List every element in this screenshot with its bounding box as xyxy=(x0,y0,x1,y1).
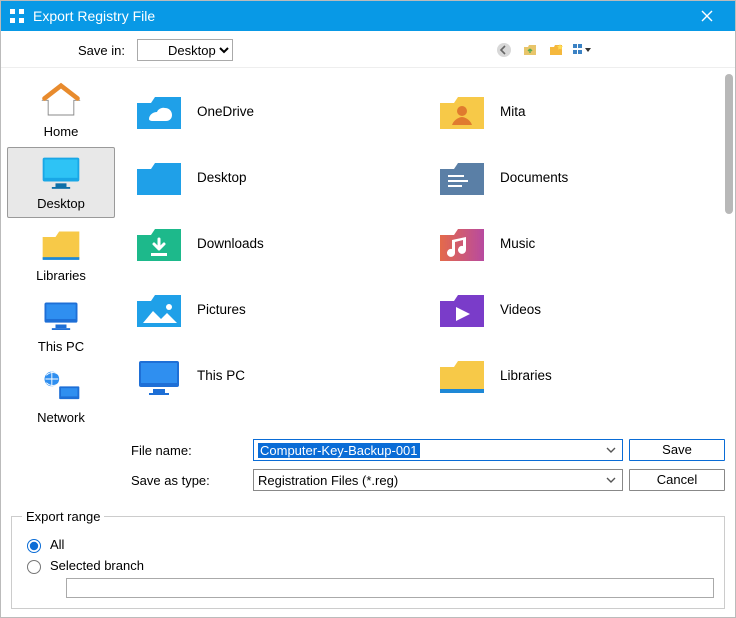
file-name-input[interactable]: Computer-Key-Backup-001 xyxy=(253,439,623,461)
documents-folder-icon xyxy=(438,155,486,199)
folder-contents: OneDrive Mita Desktop xyxy=(121,68,735,433)
save-in-label: Save in: xyxy=(11,43,131,58)
file-item-label: OneDrive xyxy=(197,104,254,119)
file-item-label: Music xyxy=(500,236,535,251)
close-button[interactable] xyxy=(687,1,727,31)
sidebar-item-desktop[interactable]: Desktop xyxy=(7,147,115,218)
file-item-label: This PC xyxy=(197,368,245,383)
file-item-label: Mita xyxy=(500,104,526,119)
file-item-label: Documents xyxy=(500,170,568,185)
file-item-thispc[interactable]: This PC xyxy=(129,342,426,408)
sidebar-item-network[interactable]: Network xyxy=(7,362,115,431)
view-grid-icon xyxy=(572,42,592,58)
file-item-desktop[interactable]: Desktop xyxy=(129,144,426,210)
close-icon xyxy=(701,10,713,22)
videos-folder-icon xyxy=(438,287,486,331)
up-level-button[interactable] xyxy=(519,39,541,61)
file-name-label: File name: xyxy=(127,443,247,458)
file-item-music[interactable]: Music xyxy=(432,210,729,276)
sidebar-item-label: Home xyxy=(7,124,115,139)
file-item-videos[interactable]: Videos xyxy=(432,276,729,342)
sidebar-item-label: Network xyxy=(7,410,115,425)
pictures-folder-icon xyxy=(135,287,183,331)
export-selected-radio[interactable] xyxy=(27,560,41,574)
libraries-big-icon xyxy=(438,353,486,397)
up-folder-icon xyxy=(522,42,538,58)
vertical-scrollbar[interactable] xyxy=(725,74,733,214)
registry-app-icon xyxy=(9,8,25,24)
thispc-icon xyxy=(39,297,83,335)
sidebar-item-label: This PC xyxy=(7,339,115,354)
save-type-select[interactable]: Registration Files (*.reg) xyxy=(253,469,623,491)
thispc-big-icon xyxy=(135,353,183,397)
chevron-down-icon xyxy=(604,473,618,487)
export-registry-dialog: Export Registry File Save in: Desktop xyxy=(0,0,736,618)
file-item-label: Desktop xyxy=(197,170,247,185)
onedrive-folder-icon xyxy=(135,89,183,133)
new-folder-icon xyxy=(548,42,564,58)
network-icon xyxy=(39,368,83,406)
downloads-folder-icon xyxy=(135,221,183,265)
view-menu-button[interactable] xyxy=(571,39,593,61)
save-in-select[interactable]: Desktop xyxy=(137,39,233,61)
file-item-libraries[interactable]: Libraries xyxy=(432,342,729,408)
music-folder-icon xyxy=(438,221,486,265)
save-type-value: Registration Files (*.reg) xyxy=(258,473,398,488)
desktop-monitor-icon xyxy=(39,154,83,192)
file-name-value: Computer-Key-Backup-001 xyxy=(258,443,420,458)
export-range-group: Export range All Selected branch xyxy=(11,509,725,609)
desktop-folder-icon xyxy=(135,155,183,199)
sidebar-item-libraries[interactable]: Libraries xyxy=(7,220,115,289)
sidebar-item-thispc[interactable]: This PC xyxy=(7,291,115,360)
chevron-down-icon xyxy=(604,443,618,457)
file-item-documents[interactable]: Documents xyxy=(432,144,729,210)
save-in-toolbar: Save in: Desktop xyxy=(1,31,735,67)
cancel-button[interactable]: Cancel xyxy=(629,469,725,491)
save-type-label: Save as type: xyxy=(127,473,247,488)
sidebar-item-label: Libraries xyxy=(7,268,115,283)
file-item-label: Videos xyxy=(500,302,541,317)
file-item-downloads[interactable]: Downloads xyxy=(129,210,426,276)
file-item-onedrive[interactable]: OneDrive xyxy=(129,78,426,144)
places-sidebar: Home Desktop Libraries This PC xyxy=(1,68,121,509)
export-selected-label: Selected branch xyxy=(50,558,144,573)
export-range-legend: Export range xyxy=(22,509,104,524)
selected-branch-input[interactable] xyxy=(66,578,714,598)
home-icon xyxy=(39,82,83,120)
file-item-user[interactable]: Mita xyxy=(432,78,729,144)
sidebar-item-label: Desktop xyxy=(8,196,114,211)
user-folder-icon xyxy=(438,89,486,133)
file-item-label: Pictures xyxy=(197,302,246,317)
export-all-radio[interactable] xyxy=(27,539,41,553)
save-button[interactable]: Save xyxy=(629,439,725,461)
back-arrow-icon xyxy=(496,42,512,58)
libraries-folder-icon xyxy=(39,226,83,264)
file-item-pictures[interactable]: Pictures xyxy=(129,276,426,342)
new-folder-button[interactable] xyxy=(545,39,567,61)
sidebar-item-home[interactable]: Home xyxy=(7,76,115,145)
back-button[interactable] xyxy=(493,39,515,61)
export-all-label: All xyxy=(50,537,64,552)
file-item-label: Downloads xyxy=(197,236,264,251)
window-title: Export Registry File xyxy=(33,8,155,24)
file-item-label: Libraries xyxy=(500,368,552,383)
titlebar: Export Registry File xyxy=(1,1,735,31)
